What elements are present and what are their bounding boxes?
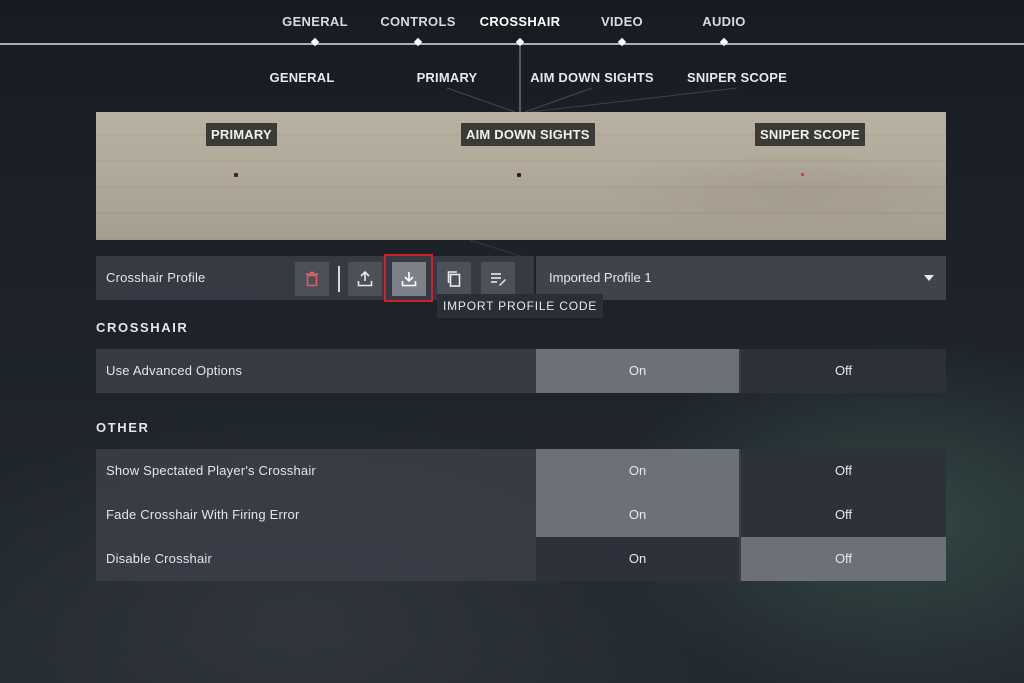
on-button[interactable]: On (536, 537, 739, 581)
tab-video[interactable]: VIDEO (601, 14, 643, 29)
crosshair-primary (234, 173, 238, 177)
chevron-down-icon (924, 275, 934, 281)
on-button[interactable]: On (536, 449, 739, 493)
rename-icon (491, 273, 506, 286)
subtab-sniper-scope[interactable]: SNIPER SCOPE (687, 70, 787, 85)
setting-row-use-advanced-options: Use Advanced Options On Off (96, 349, 946, 393)
setting-row-show-spectated-crosshair: Show Spectated Player's Crosshair On Off (96, 449, 946, 493)
crosshair-preview: PRIMARY AIM DOWN SIGHTS SNIPER SCOPE (96, 112, 946, 240)
preview-label-primary: PRIMARY (206, 123, 277, 146)
on-button[interactable]: On (536, 493, 739, 537)
subtab-general[interactable]: GENERAL (270, 70, 335, 85)
top-nav: GENERAL CONTROLS CROSSHAIR VIDEO AUDIO (0, 0, 1024, 60)
setting-label: Show Spectated Player's Crosshair (106, 463, 316, 478)
section-title-crosshair: CROSSHAIR (96, 320, 189, 335)
setting-row-fade-crosshair: Fade Crosshair With Firing Error On Off (96, 493, 946, 537)
off-button[interactable]: Off (741, 349, 946, 393)
subtab-aim-down-sights[interactable]: AIM DOWN SIGHTS (530, 70, 654, 85)
trash-icon (306, 271, 318, 287)
crosshair-sniper (801, 173, 804, 176)
preview-label-sniper-scope: SNIPER SCOPE (755, 123, 865, 146)
off-button[interactable]: Off (741, 493, 946, 537)
import-icon (401, 272, 417, 287)
tab-audio[interactable]: AUDIO (702, 14, 745, 29)
top-nav-line (0, 43, 1024, 45)
tab-general[interactable]: GENERAL (282, 14, 348, 29)
tab-controls[interactable]: CONTROLS (380, 14, 455, 29)
setting-label: Disable Crosshair (106, 551, 212, 566)
on-button[interactable]: On (536, 349, 739, 393)
export-icon (357, 270, 373, 287)
import-profile-button[interactable] (392, 262, 426, 296)
preview-label-aim-down-sights: AIM DOWN SIGHTS (461, 123, 595, 146)
off-button[interactable]: Off (741, 537, 946, 581)
setting-row-disable-crosshair: Disable Crosshair On Off (96, 537, 946, 581)
crosshair-profile-label: Crosshair Profile (106, 270, 206, 285)
rename-profile-button[interactable] (481, 262, 515, 296)
import-tooltip: IMPORT PROFILE CODE (437, 294, 604, 318)
setting-label: Fade Crosshair With Firing Error (106, 507, 300, 522)
section-title-other: OTHER (96, 420, 150, 435)
setting-label: Use Advanced Options (106, 363, 243, 378)
copy-icon (447, 271, 461, 287)
delete-profile-button[interactable] (295, 262, 329, 296)
crosshair-ads (517, 173, 521, 177)
copy-profile-button[interactable] (437, 262, 471, 296)
tab-crosshair[interactable]: CROSSHAIR (480, 14, 561, 29)
off-button[interactable]: Off (741, 449, 946, 493)
export-profile-button[interactable] (348, 262, 382, 296)
toolbar-divider (338, 266, 340, 292)
subtab-primary[interactable]: PRIMARY (417, 70, 478, 85)
